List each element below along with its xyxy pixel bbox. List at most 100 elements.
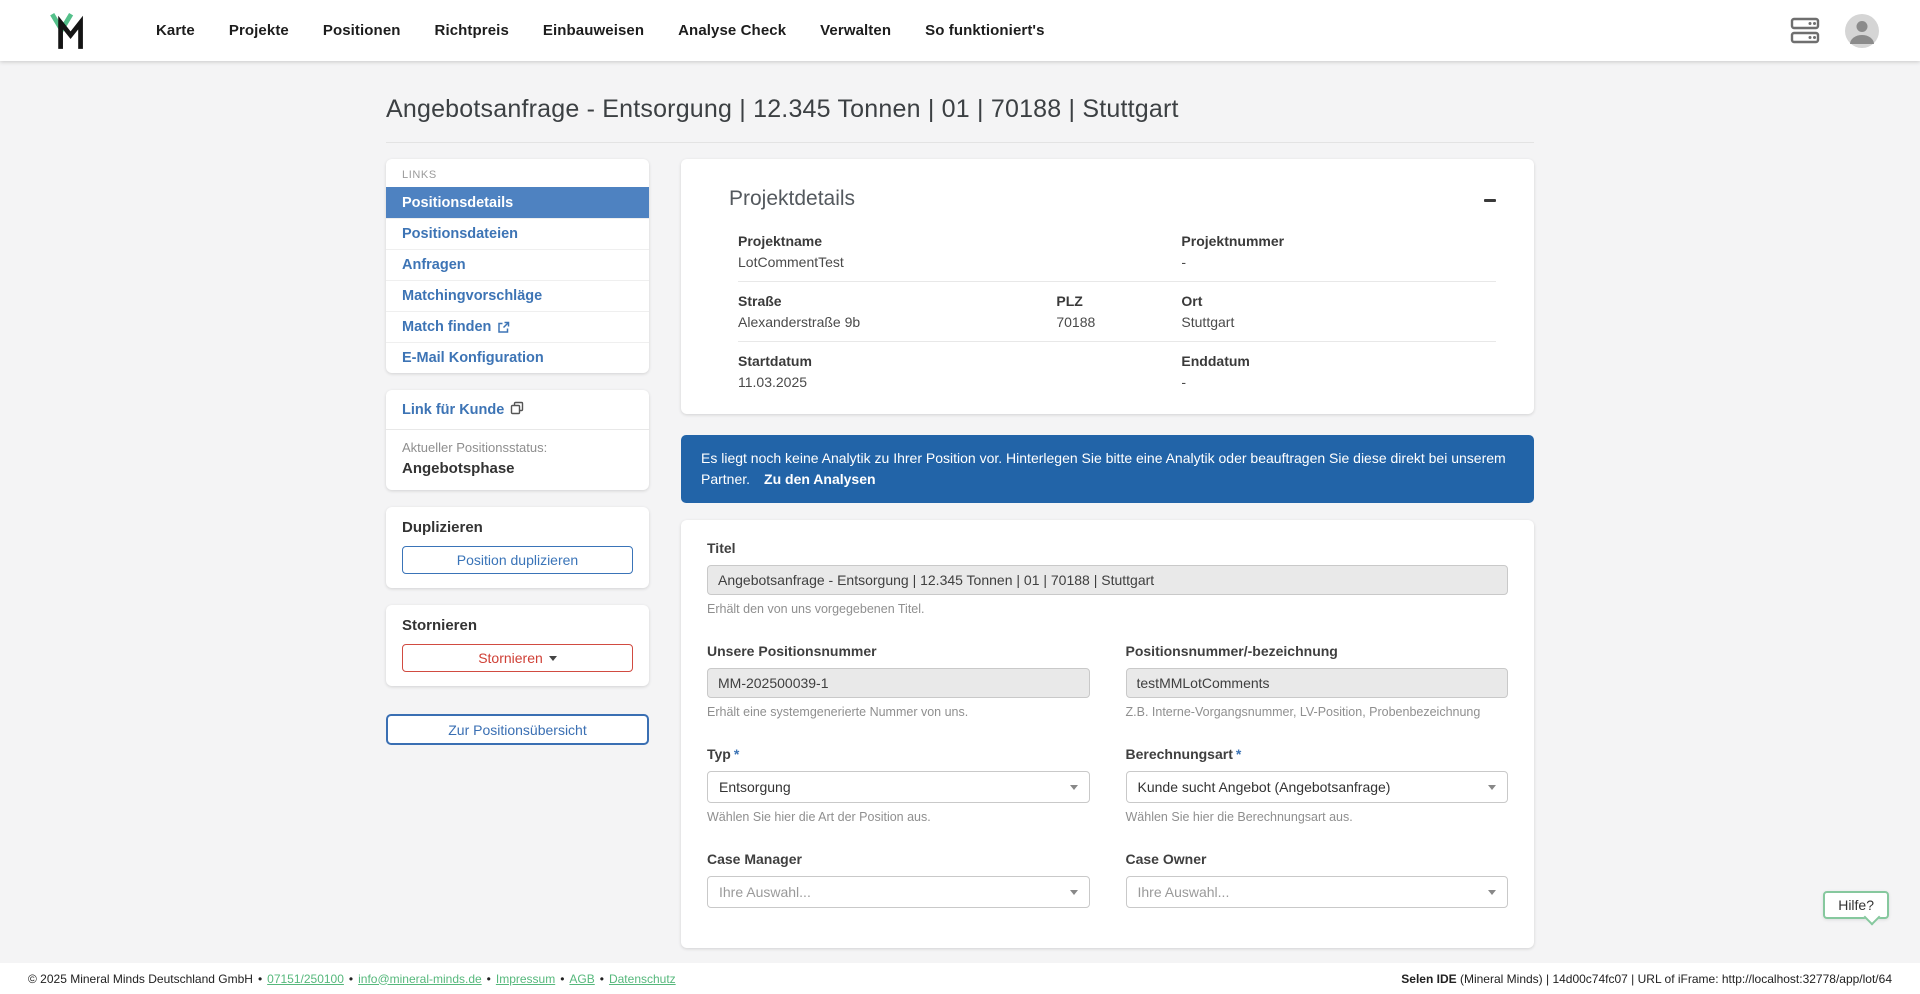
position-duplizieren-button[interactable]: Position duplizieren: [402, 546, 633, 574]
positionsnummer-field: Unsere Positionsnummer Erhält eine syste…: [707, 643, 1090, 719]
footer-left: © 2025 Mineral Minds Deutschland GmbH • …: [28, 972, 676, 986]
footer-link-agb[interactable]: AGB: [569, 972, 594, 986]
hilfe-button[interactable]: Hilfe?: [1823, 891, 1889, 919]
case-owner-field: Case Owner Ihre Auswahl...: [1126, 851, 1509, 908]
enddatum-label: Enddatum: [1181, 353, 1496, 369]
chevron-down-icon: [1488, 890, 1496, 895]
page-body: Angebotsanfrage - Entsorgung | 12.345 To…: [0, 61, 1920, 963]
positionsnummer-help: Erhält eine systemgenerierte Nummer von …: [707, 705, 1090, 719]
nav-item-projekte[interactable]: Projekte: [229, 22, 289, 39]
berechnungsart-select[interactable]: Kunde sucht Angebot (Angebotsanfrage): [1126, 771, 1509, 803]
titel-help: Erhält den von uns vorgegebenen Titel.: [707, 602, 1508, 616]
titel-label: Titel: [707, 540, 1508, 556]
footer-right: Selen IDE (Mineral Minds) | 14d00c74fc07…: [1401, 972, 1892, 986]
customer-link-card: Link für Kunde Aktueller Positionsstatus…: [386, 390, 649, 490]
positionsbezeichnung-label: Positionsnummer/-bezeichnung: [1126, 643, 1509, 659]
nav-item-verwalten[interactable]: Verwalten: [820, 22, 891, 39]
stornieren-button[interactable]: Stornieren: [402, 644, 633, 672]
nav-item-karte[interactable]: Karte: [156, 22, 195, 39]
enddatum-value: -: [1181, 374, 1496, 390]
required-asterisk: *: [734, 746, 739, 762]
case-owner-select[interactable]: Ihre Auswahl...: [1126, 876, 1509, 908]
nav-item-einbauweisen[interactable]: Einbauweisen: [543, 22, 644, 39]
main-content: Projektdetails Projektname LotCommentTes…: [681, 159, 1534, 948]
position-status-label: Aktueller Positionsstatus:: [402, 440, 633, 455]
sidebar: LINKS Positionsdetails Positionsdateien …: [386, 159, 649, 745]
stornieren-button-label: Stornieren: [478, 650, 543, 666]
plz-value: 70188: [1056, 314, 1181, 330]
zur-positionsuebersicht-button[interactable]: Zur Positionsübersicht: [386, 714, 649, 745]
projektname-value: LotCommentTest: [738, 254, 1181, 270]
sidebar-item-positionsdateien[interactable]: Positionsdateien: [386, 218, 649, 249]
link-fuer-kunde-label: Link für Kunde: [402, 402, 504, 418]
collapse-icon[interactable]: [1484, 199, 1496, 202]
sidebar-item-positionsdetails[interactable]: Positionsdetails: [386, 187, 649, 218]
chevron-down-icon: [1488, 785, 1496, 790]
startdatum-value: 11.03.2025: [738, 374, 1181, 390]
enddatum-field: Enddatum -: [1181, 353, 1496, 390]
projektname-field: Projektname LotCommentTest: [738, 233, 1181, 270]
sidebar-item-matchingvorschlaege[interactable]: Matchingvorschläge: [386, 280, 649, 311]
projektname-label: Projektname: [738, 233, 1181, 249]
case-manager-select[interactable]: Ihre Auswahl...: [707, 876, 1090, 908]
link-fuer-kunde[interactable]: Link für Kunde: [402, 401, 633, 419]
case-owner-placeholder: Ihre Auswahl...: [1138, 884, 1230, 900]
nav-item-richtpreis[interactable]: Richtpreis: [435, 22, 509, 39]
iframe-info: (Mineral Minds) | 14d00c74fc07 | URL of …: [1457, 972, 1892, 986]
row-divider: [738, 281, 1496, 282]
external-link-icon: [497, 321, 510, 334]
plz-label: PLZ: [1056, 293, 1181, 309]
footer: © 2025 Mineral Minds Deutschland GmbH • …: [0, 963, 1920, 994]
footer-link-datenschutz[interactable]: Datenschutz: [609, 972, 676, 986]
nav-item-so-funktionierts[interactable]: So funktioniert's: [925, 22, 1044, 39]
mineral-minds-logo[interactable]: [48, 10, 90, 52]
positionsnummer-label: Unsere Positionsnummer: [707, 643, 1090, 659]
chevron-down-icon: [549, 656, 557, 661]
footer-link-email[interactable]: info@mineral-minds.de: [358, 972, 482, 986]
startdatum-field: Startdatum 11.03.2025: [738, 353, 1181, 390]
separator: •: [600, 972, 604, 986]
strasse-label: Straße: [738, 293, 1056, 309]
positionsnummer-input[interactable]: [707, 668, 1090, 698]
positionsbezeichnung-help: Z.B. Interne-Vorgangsnummer, LV-Position…: [1126, 705, 1509, 719]
positionsbezeichnung-input[interactable]: [1126, 668, 1509, 698]
footer-link-phone[interactable]: 07151/250100: [267, 972, 344, 986]
main-nav: Karte Projekte Positionen Richtpreis Ein…: [156, 22, 1045, 39]
footer-link-impressum[interactable]: Impressum: [496, 972, 555, 986]
card-divider: [386, 429, 649, 430]
positionsbezeichnung-field: Positionsnummer/-bezeichnung Z.B. Intern…: [1126, 643, 1509, 719]
berechnungsart-label-text: Berechnungsart: [1126, 746, 1233, 762]
berechnungsart-field: Berechnungsart* Kunde sucht Angebot (Ang…: [1126, 746, 1509, 824]
separator: •: [487, 972, 491, 986]
projektnummer-label: Projektnummer: [1181, 233, 1496, 249]
duplicate-title: Duplizieren: [402, 519, 633, 536]
projektnummer-field: Projektnummer -: [1181, 233, 1496, 270]
startdatum-label: Startdatum: [738, 353, 1181, 369]
user-avatar[interactable]: [1844, 13, 1880, 49]
typ-select-value: Entsorgung: [719, 779, 791, 795]
typ-select[interactable]: Entsorgung: [707, 771, 1090, 803]
links-header: LINKS: [386, 159, 649, 187]
separator: •: [349, 972, 353, 986]
berechnungsart-label: Berechnungsart*: [1126, 746, 1509, 762]
titel-field: Titel Erhält den von uns vorgegebenen Ti…: [707, 540, 1508, 616]
strasse-value: Alexanderstraße 9b: [738, 314, 1056, 330]
nav-item-positionen[interactable]: Positionen: [323, 22, 401, 39]
typ-label: Typ*: [707, 746, 1090, 762]
sidebar-item-match-finden[interactable]: Match finden: [386, 311, 649, 342]
plz-field: PLZ 70188: [1056, 293, 1181, 330]
sidebar-item-anfragen[interactable]: Anfragen: [386, 249, 649, 280]
chevron-down-icon: [1070, 890, 1078, 895]
titel-input[interactable]: [707, 565, 1508, 595]
zu-den-analysen-link[interactable]: Zu den Analysen: [764, 471, 876, 487]
ort-field: Ort Stuttgart: [1181, 293, 1496, 330]
server-status-icon[interactable]: [1790, 17, 1820, 44]
sidebar-item-email-konfiguration[interactable]: E-Mail Konfiguration: [386, 342, 649, 373]
cancel-card: Stornieren Stornieren: [386, 605, 649, 686]
sidebar-item-label: Match finden: [402, 319, 491, 335]
ide-name: Selen IDE: [1401, 972, 1456, 986]
berechnungsart-select-value: Kunde sucht Angebot (Angebotsanfrage): [1138, 779, 1391, 795]
strasse-field: Straße Alexanderstraße 9b: [738, 293, 1056, 330]
nav-item-analyse-check[interactable]: Analyse Check: [678, 22, 786, 39]
duplicate-card: Duplizieren Position duplizieren: [386, 507, 649, 588]
